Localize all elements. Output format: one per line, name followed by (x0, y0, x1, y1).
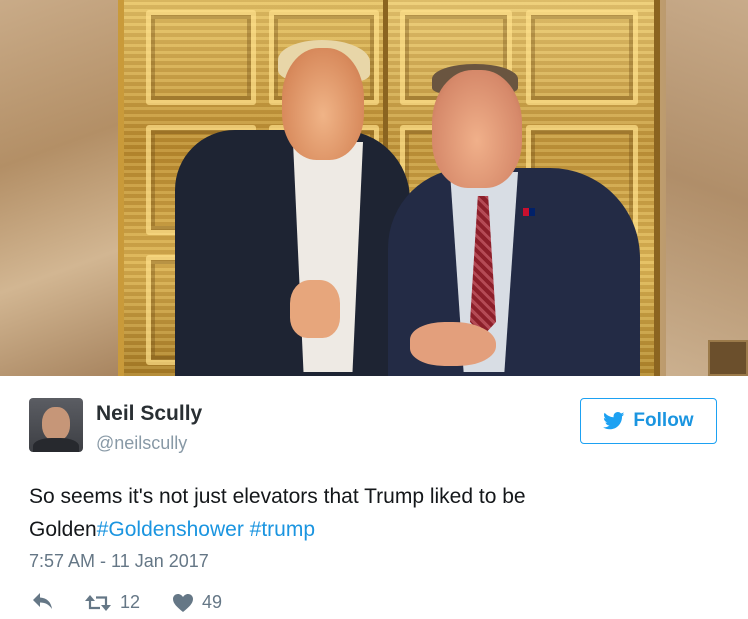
avatar[interactable] (29, 398, 83, 452)
marble-wall-left (0, 0, 118, 376)
person-right-face (432, 70, 522, 188)
person-left-face (282, 48, 364, 160)
elevator-button-plate (708, 340, 748, 376)
like-button[interactable]: 49 (172, 592, 222, 613)
lapel-pin-icon (523, 208, 535, 216)
reply-icon (33, 593, 52, 609)
heart-icon (173, 593, 193, 612)
reply-button[interactable] (32, 592, 54, 610)
user-display-name[interactable]: Neil Scully (96, 402, 202, 426)
twitter-bird-icon (603, 412, 625, 430)
user-handle[interactable]: @neilscully (96, 433, 187, 454)
retweet-button[interactable]: 12 (84, 592, 140, 613)
marble-wall-right (666, 0, 748, 376)
hashtag-trump[interactable]: #trump (250, 518, 315, 541)
tweet-text: So seems it's not just elevators that Tr… (29, 480, 719, 546)
follow-button-label: Follow (633, 410, 694, 431)
retweet-icon (85, 594, 111, 611)
tweet-timestamp[interactable]: 7:57 AM - 11 Jan 2017 (29, 551, 209, 572)
tweet-photo[interactable] (0, 0, 748, 376)
thumbs-up-hand (290, 280, 340, 338)
hashtag-goldenshower[interactable]: #Goldenshower (97, 518, 244, 541)
follow-button[interactable]: Follow (580, 398, 717, 444)
retweet-count: 12 (120, 592, 141, 612)
person-left-suit (175, 130, 410, 376)
tweet-card: Neil Scully @neilscully Follow So seems … (0, 0, 748, 619)
like-count: 49 (202, 592, 223, 612)
pointing-hand (410, 322, 496, 366)
